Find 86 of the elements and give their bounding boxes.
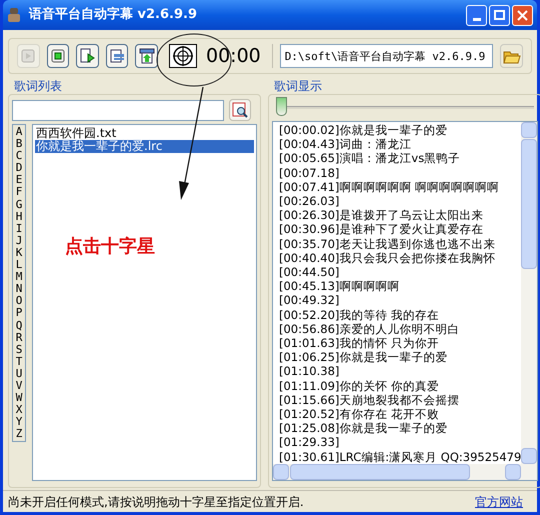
minimize-button[interactable]: [466, 4, 487, 26]
website-link[interactable]: 官方网站: [475, 492, 523, 510]
lyric-line: [01:11.09]你的关怀 你的真爱: [279, 378, 440, 393]
app-icon: [7, 7, 21, 23]
index-letter[interactable]: I: [16, 222, 22, 235]
index-letter[interactable]: V: [16, 380, 22, 392]
lyric-line: [00:45.13]啊啊啊啊啊: [279, 279, 400, 294]
annotation-text: 点击十字星: [65, 235, 156, 259]
lyric-line: [01:20.52]有你存在 花开不败: [279, 407, 440, 422]
search-button[interactable]: [229, 99, 251, 121]
index-letter[interactable]: E: [16, 174, 22, 186]
status-message: 尚未开启任何模式,请按说明拖动十字星至指定位置开启.: [7, 494, 304, 510]
file-item[interactable]: 西西软件园.txt: [35, 127, 254, 140]
folder-icon: [502, 48, 521, 64]
lyric-line: [00:35.70]老天让我遇到你逃也逃不出来: [279, 236, 496, 251]
crosshair-button[interactable]: [168, 44, 197, 68]
lyric-line: [00:52.20]我的等待 我的存在: [279, 308, 440, 322]
search-field[interactable]: [12, 100, 224, 120]
index-letter[interactable]: S: [16, 344, 22, 356]
lyric-line: [00:40.40]我只会我只会把你搂在我胸怀: [279, 250, 496, 266]
index-letter[interactable]: T: [16, 356, 22, 368]
vertical-scrollbar[interactable]: [521, 122, 538, 464]
close-button[interactable]: [512, 4, 533, 26]
lyric-line: [01:29.33]: [279, 435, 340, 450]
index-letter[interactable]: P: [16, 307, 22, 320]
close-icon: [517, 10, 528, 20]
index-letter[interactable]: B: [16, 138, 22, 150]
lyric-line: [00:44.50]: [279, 265, 340, 280]
lyric-line: [01:25.08]你就是我一辈子的爱: [279, 421, 448, 436]
toolbar-button[interactable]: [46, 44, 70, 68]
group-title: 歌词显示: [273, 78, 323, 94]
open-folder-button[interactable]: [500, 44, 523, 68]
index-letter[interactable]: R: [16, 332, 22, 344]
index-letter[interactable]: J: [16, 234, 22, 247]
lyric-line: [00:49.32]: [279, 293, 340, 308]
window-title: 语音平台自动字幕 v2.6.9.9: [29, 6, 197, 24]
lyric-line: [00:26.30]是谁拨开了乌云让太阳出来: [279, 208, 484, 222]
document-play-icon: [79, 48, 96, 64]
index-letter[interactable]: O: [16, 295, 22, 308]
maximize-icon: [494, 10, 505, 20]
lyric-line: [00:07.18]: [279, 166, 340, 180]
lyric-line: [00:56.86]亲爱的人儿你明不明白: [279, 322, 460, 336]
lyric-line: [01:10.38]: [279, 364, 340, 379]
slider-thumb[interactable]: [276, 97, 287, 116]
index-letter[interactable]: X: [16, 404, 22, 416]
play-icon: [21, 49, 36, 63]
horizontal-scrollbar[interactable]: [273, 464, 538, 480]
index-letter[interactable]: D: [16, 162, 22, 174]
maximize-button[interactable]: [489, 4, 510, 26]
window-arrows-icon: [108, 48, 125, 64]
index-letter[interactable]: M: [16, 271, 22, 284]
stop-icon: [50, 49, 65, 63]
upload-icon: [138, 48, 155, 64]
path-field[interactable]: D:\soft\语音平台自动字幕 v2.6.9.9: [280, 44, 494, 68]
file-item[interactable]: 你就是我一辈子的爱.lrc: [35, 140, 254, 153]
lyric-line: [01:15.66]天崩地裂我都不会摇摆: [279, 392, 460, 408]
lyric-line: [00:30.96]是谁种下了爱火让真爱存在: [279, 222, 484, 237]
index-letter[interactable]: U: [16, 368, 22, 380]
index-letter[interactable]: W: [16, 392, 22, 404]
lyric-line: [00:00.02]你就是我一辈子的爱: [279, 123, 448, 138]
crosshair-icon: [172, 45, 194, 67]
toolbar-button[interactable]: [76, 44, 99, 68]
toolbar-button[interactable]: [135, 44, 158, 68]
toolbar-button[interactable]: [106, 44, 128, 68]
index-letter[interactable]: K: [16, 246, 22, 260]
lyric-line: [00:26.03]: [279, 194, 340, 208]
index-letter[interactable]: Q: [16, 320, 22, 332]
index-letter[interactable]: A: [16, 126, 22, 138]
lyric-line: [00:04.43]词曲：潘龙江: [279, 137, 412, 152]
lyric-line: [00:07.41]啊啊啊啊啊啊 啊啊啊啊啊啊啊: [279, 180, 500, 194]
position-slider[interactable]: [276, 97, 534, 117]
index-letter[interactable]: H: [16, 210, 22, 223]
minimize-icon: [472, 18, 480, 20]
index-letter[interactable]: C: [16, 150, 22, 162]
index-letter[interactable]: L: [16, 259, 22, 272]
index-letter[interactable]: G: [16, 198, 22, 211]
group-title: 歌词列表: [13, 78, 63, 94]
lyric-line: [00:05.65]演唱：潘龙江vs黑鸭子: [279, 151, 462, 166]
index-letter[interactable]: Z: [16, 428, 22, 440]
index-letter[interactable]: Y: [16, 416, 22, 428]
search-icon: [232, 102, 248, 118]
index-letter[interactable]: F: [16, 186, 22, 199]
lyric-line: [01:30.61]LRC编辑:潇风寒月 QQ:39525479: [279, 450, 522, 464]
lyric-line: [01:01.63]我的情怀 只为你开: [279, 336, 440, 350]
index-letter[interactable]: N: [16, 283, 22, 296]
lyric-line: [01:06.25]你就是我一辈子的爱: [279, 350, 448, 364]
